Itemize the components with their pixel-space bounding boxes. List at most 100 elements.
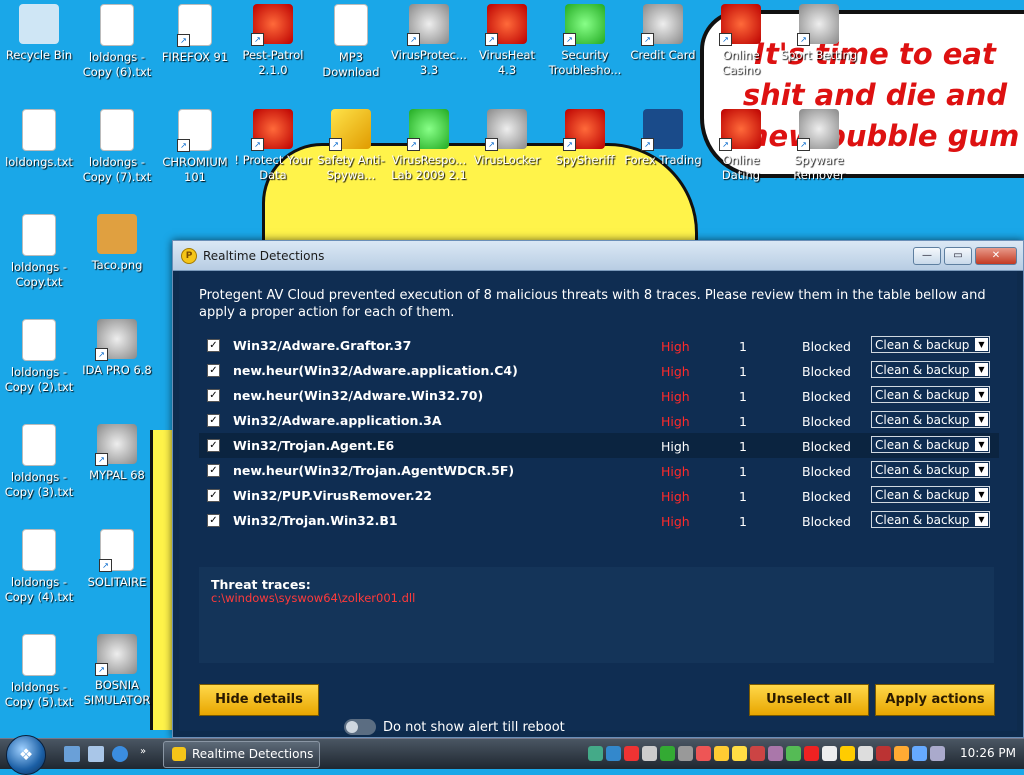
desktop-icon-sport-betting[interactable]: ↗ Sport Betting — [780, 4, 858, 63]
desktop-icon-virusprotect[interactable]: ↗ VirusProtec... 3.3 — [390, 4, 468, 78]
internet-explorer-icon[interactable] — [112, 746, 128, 762]
desktop-icon-bosnia-simulator[interactable]: ↗ BOSNIA SIMULATOR — [78, 634, 156, 708]
desktop-icon-firefox[interactable]: ↗ FIREFOX 91 — [156, 4, 234, 65]
table-row[interactable]: ✓ Win32/Adware.application.3A High 1 Blo… — [199, 408, 999, 433]
chevron-down-icon[interactable]: ▼ — [975, 513, 988, 526]
action-select[interactable]: Clean & backup ▼ — [871, 436, 990, 453]
threat-checkbox[interactable]: ✓ — [207, 439, 220, 452]
tray-icon[interactable] — [678, 745, 693, 761]
tray-icon[interactable] — [786, 745, 801, 761]
table-row[interactable]: ✓ Win32/PUP.VirusRemover.22 High 1 Block… — [199, 483, 999, 508]
chevron-down-icon[interactable]: ▼ — [975, 463, 988, 476]
desktop-icon-safety-anti-spyware[interactable]: ↗ Safety Anti-Spywa... — [312, 109, 390, 183]
unselect-all-button[interactable]: Unselect all — [749, 684, 869, 716]
threat-checkbox[interactable]: ✓ — [207, 414, 220, 427]
desktop-icon-file[interactable]: loldongs - Copy (7).txt — [78, 109, 156, 185]
table-row[interactable]: ✓ Win32/Trojan.Agent.E6 High 1 Blocked C… — [199, 433, 999, 458]
desktop-icon-mypal[interactable]: ↗ MYPAL 68 — [78, 424, 156, 483]
tray-icon[interactable] — [858, 745, 873, 761]
action-select[interactable]: Clean & backup ▼ — [871, 511, 990, 528]
maximize-button[interactable]: ▭ — [944, 246, 972, 265]
chevron-down-icon[interactable]: ▼ — [975, 438, 988, 451]
show-desktop-icon[interactable] — [64, 746, 80, 762]
network-icon[interactable] — [912, 745, 927, 761]
chevron-down-icon[interactable]: ▼ — [975, 413, 988, 426]
desktop-icon-protect-your-data[interactable]: ↗! Protect Your Data — [234, 109, 312, 183]
action-select[interactable]: Clean & backup ▼ — [871, 461, 990, 478]
desktop-icon-virusresponse[interactable]: ↗ VirusRespo... Lab 2009 2.1 — [390, 109, 468, 183]
desktop-icon-recycle-bin[interactable]: Recycle Bin — [0, 4, 78, 63]
tray-icon[interactable] — [894, 745, 909, 761]
window-titlebar[interactable]: P Realtime Detections — ▭ ✕ — [173, 241, 1023, 271]
desktop-icon-viruslocker[interactable]: ↗ VirusLocker — [468, 109, 546, 168]
desktop-icon-file[interactable]: loldongs - Copy (2).txt — [0, 319, 78, 395]
quicklaunch-chevron-icon[interactable]: » — [140, 746, 150, 762]
start-button[interactable]: ❖ — [6, 735, 46, 775]
tray-icon[interactable] — [714, 745, 729, 761]
table-row[interactable]: ✓ Win32/Adware.Graftor.37 High 1 Blocked… — [199, 333, 999, 358]
apply-actions-button[interactable]: Apply actions — [875, 684, 995, 716]
desktop-icon-spyware-remover[interactable]: ↗ Spyware Remover — [780, 109, 858, 183]
tray-icon[interactable] — [840, 745, 855, 761]
table-row[interactable]: ✓ Win32/Trojan.Win32.B1 High 1 Blocked C… — [199, 508, 999, 533]
desktop-icon-chromium[interactable]: ↗ CHROMIUM 101 — [156, 109, 234, 185]
tray-icon[interactable] — [750, 745, 765, 761]
close-button[interactable]: ✕ — [975, 246, 1017, 265]
desktop-icon-file[interactable]: loldongs - Copy (3).txt — [0, 424, 78, 500]
threat-checkbox[interactable]: ✓ — [207, 489, 220, 502]
minimize-button[interactable]: — — [913, 246, 941, 265]
tray-icon[interactable] — [804, 745, 819, 761]
desktop-icon-forex-trading[interactable]: ↗ Forex Trading — [624, 109, 702, 168]
tray-icon[interactable] — [822, 745, 837, 761]
desktop-icon-file[interactable]: loldongs.txt — [0, 109, 78, 170]
switch-windows-icon[interactable] — [88, 746, 104, 762]
volume-icon[interactable] — [930, 745, 945, 761]
action-select[interactable]: Clean & backup ▼ — [871, 386, 990, 403]
chevron-down-icon[interactable]: ▼ — [975, 388, 988, 401]
chevron-down-icon[interactable]: ▼ — [975, 488, 988, 501]
desktop-icon-mp3-download[interactable]: MP3 Download — [312, 4, 390, 80]
tray-icon[interactable] — [696, 745, 711, 761]
chevron-down-icon[interactable]: ▼ — [975, 363, 988, 376]
tray-icon[interactable] — [642, 745, 657, 761]
hide-details-button[interactable]: Hide details — [199, 684, 319, 716]
action-select[interactable]: Clean & backup ▼ — [871, 336, 990, 353]
threat-checkbox[interactable]: ✓ — [207, 339, 220, 352]
table-row[interactable]: ✓ new.heur(Win32/Adware.Win32.70) High 1… — [199, 383, 999, 408]
action-select[interactable]: Clean & backup ▼ — [871, 361, 990, 378]
taskbar-item-realtime-detections[interactable]: Realtime Detections — [163, 741, 320, 768]
desktop-icon-file[interactable]: loldongs - Copy.txt — [0, 214, 78, 290]
desktop-icon-file[interactable]: loldongs - Copy (5).txt — [0, 634, 78, 710]
desktop-icon-online-dating[interactable]: ↗ Online Dating — [702, 109, 780, 183]
desktop-icon-file[interactable]: loldongs - Copy (6).txt — [78, 4, 156, 80]
clock[interactable]: 10:26 PM — [960, 746, 1016, 760]
desktop-icon-ida-pro[interactable]: ↗ IDA PRO 6.8 — [78, 319, 156, 378]
tray-icon[interactable] — [588, 745, 603, 761]
threat-checkbox[interactable]: ✓ — [207, 464, 220, 477]
chevron-down-icon[interactable]: ▼ — [975, 338, 988, 351]
threat-checkbox[interactable]: ✓ — [207, 389, 220, 402]
table-row[interactable]: ✓ new.heur(Win32/Trojan.AgentWDCR.5F) Hi… — [199, 458, 999, 483]
desktop-icon-security-troubleshooter[interactable]: ↗ Security Troublesho... — [546, 4, 624, 78]
tray-icon[interactable] — [624, 745, 639, 761]
tray-icon[interactable] — [660, 745, 675, 761]
threat-checkbox[interactable]: ✓ — [207, 514, 220, 527]
desktop-icon-spysheriff[interactable]: ↗ SpySheriff — [546, 109, 624, 168]
tray-icon[interactable] — [606, 745, 621, 761]
desktop-icon-online-casino[interactable]: ↗ Online Casino — [702, 4, 780, 78]
trace-path[interactable]: c:\windows\syswow64\zolker001.dll — [211, 591, 415, 605]
desktop-icon-solitaire[interactable]: ↗ SOLITAIRE — [78, 529, 156, 590]
alert-toggle[interactable] — [344, 719, 376, 735]
desktop-icon-pest-patrol[interactable]: ↗ Pest-Patrol 2.1.0 — [234, 4, 312, 78]
desktop-icon-virusheat[interactable]: ↗ VirusHeat 4.3 — [468, 4, 546, 78]
table-row[interactable]: ✓ new.heur(Win32/Adware.application.C4) … — [199, 358, 999, 383]
tray-icon[interactable] — [732, 745, 747, 761]
tray-icon[interactable] — [768, 745, 783, 761]
desktop-icon-file[interactable]: loldongs - Copy (4).txt — [0, 529, 78, 605]
desktop-icon-credit-card[interactable]: ↗ Credit Card — [624, 4, 702, 63]
desktop-icon-taco[interactable]: Taco.png — [78, 214, 156, 273]
action-select[interactable]: Clean & backup ▼ — [871, 411, 990, 428]
threat-checkbox[interactable]: ✓ — [207, 364, 220, 377]
action-select[interactable]: Clean & backup ▼ — [871, 486, 990, 503]
tray-icon[interactable] — [876, 745, 891, 761]
